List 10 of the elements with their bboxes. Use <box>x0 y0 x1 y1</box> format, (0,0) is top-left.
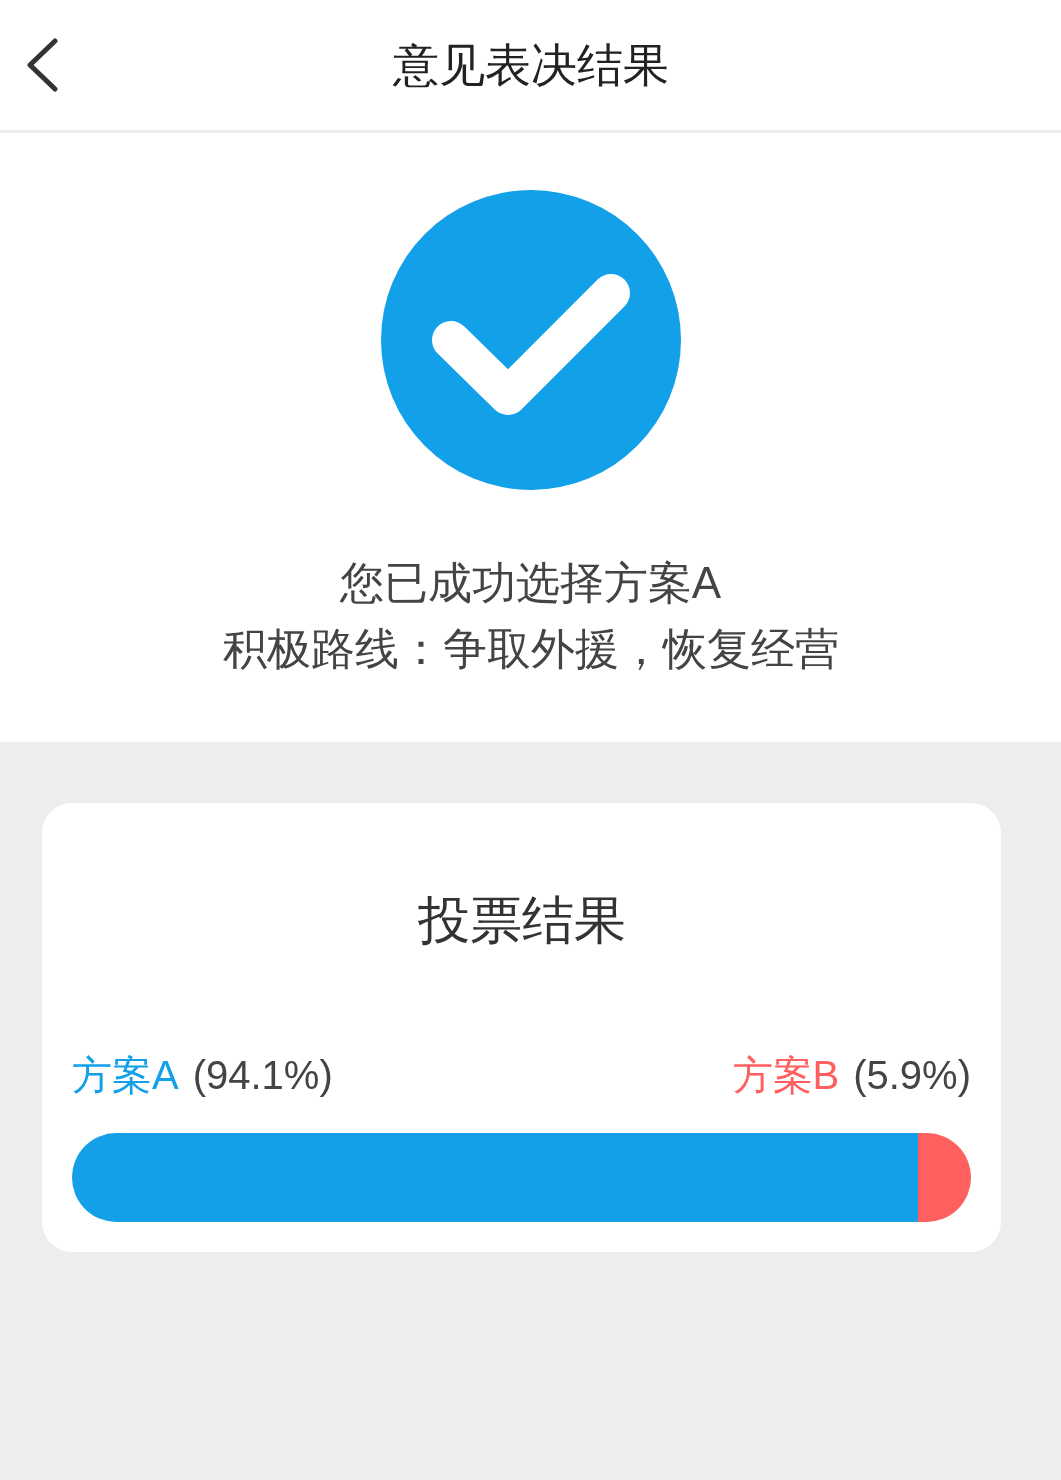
option-name: 方案B <box>732 1052 840 1099</box>
option-percent: (5.9%) <box>853 1052 971 1099</box>
option-name: 方案A <box>72 1052 179 1099</box>
check-circle-icon <box>380 190 681 490</box>
card-title: 投票结果 <box>417 890 626 951</box>
choice-description: 积极路线：争取外援，恢复经营 <box>222 623 839 675</box>
page-title: 意见表决结果 <box>392 38 669 93</box>
back-icon[interactable] <box>24 38 60 92</box>
option-percent: (94.1%) <box>192 1052 333 1099</box>
success-message: 您已成功选择方案A <box>339 557 722 609</box>
